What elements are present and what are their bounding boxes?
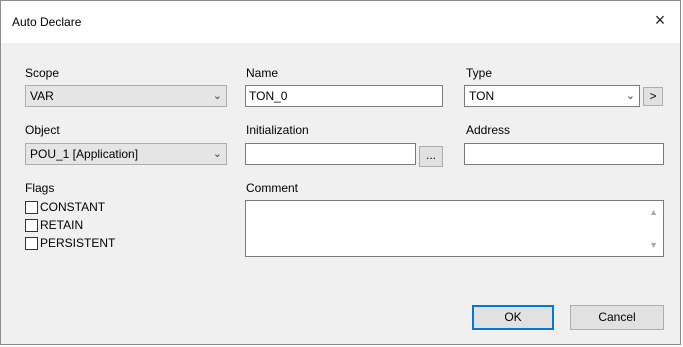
- object-value: POU_1 [Application]: [30, 147, 139, 161]
- scope-value: VAR: [30, 89, 54, 103]
- ok-button[interactable]: OK: [472, 305, 554, 330]
- dialog-title: Auto Declare: [12, 15, 82, 29]
- checkbox-box[interactable]: [25, 218, 38, 232]
- cancel-button[interactable]: Cancel: [570, 305, 664, 330]
- constant-label: CONSTANT: [40, 200, 106, 214]
- scroll-up-icon[interactable]: ▲: [649, 207, 658, 217]
- comment-label: Comment: [246, 181, 299, 195]
- chevron-down-icon: ⌄: [625, 90, 635, 102]
- retain-label: RETAIN: [40, 218, 84, 232]
- checkbox-box[interactable]: [25, 200, 38, 214]
- type-value: TON: [469, 89, 495, 103]
- chevron-down-icon: ⌄: [212, 148, 222, 160]
- persistent-checkbox[interactable]: PERSISTENT: [25, 236, 115, 250]
- address-label: Address: [466, 123, 511, 137]
- name-input[interactable]: TON_0: [245, 85, 443, 107]
- flags-label: Flags: [25, 181, 55, 195]
- initialization-label: Initialization: [246, 123, 309, 137]
- type-dropdown[interactable]: TON ⌄: [464, 85, 640, 107]
- scope-dropdown[interactable]: VAR ⌄: [25, 85, 227, 107]
- object-dropdown[interactable]: POU_1 [Application] ⌄: [25, 143, 227, 165]
- comment-textarea[interactable]: ▲ ▼: [245, 200, 664, 257]
- object-label: Object: [25, 123, 60, 137]
- address-input[interactable]: [464, 143, 664, 165]
- initialization-browse-button[interactable]: ...: [419, 146, 443, 167]
- chevron-down-icon: ⌄: [212, 90, 222, 102]
- scroll-down-icon[interactable]: ▼: [649, 240, 658, 250]
- persistent-label: PERSISTENT: [40, 236, 116, 250]
- title-bar: Auto Declare ×: [1, 1, 680, 43]
- type-label: Type: [466, 66, 493, 80]
- constant-checkbox[interactable]: CONSTANT: [25, 200, 105, 214]
- type-browse-button[interactable]: >: [643, 87, 663, 106]
- checkbox-box[interactable]: [25, 236, 38, 250]
- auto-declare-dialog: Auto Declare × Scope VAR ⌄ Name TON_0 Ty…: [0, 0, 681, 345]
- scope-label: Scope: [25, 66, 60, 80]
- retain-checkbox[interactable]: RETAIN: [25, 218, 83, 232]
- close-icon[interactable]: ×: [650, 9, 670, 31]
- name-label: Name: [246, 66, 279, 80]
- initialization-input[interactable]: [245, 143, 416, 165]
